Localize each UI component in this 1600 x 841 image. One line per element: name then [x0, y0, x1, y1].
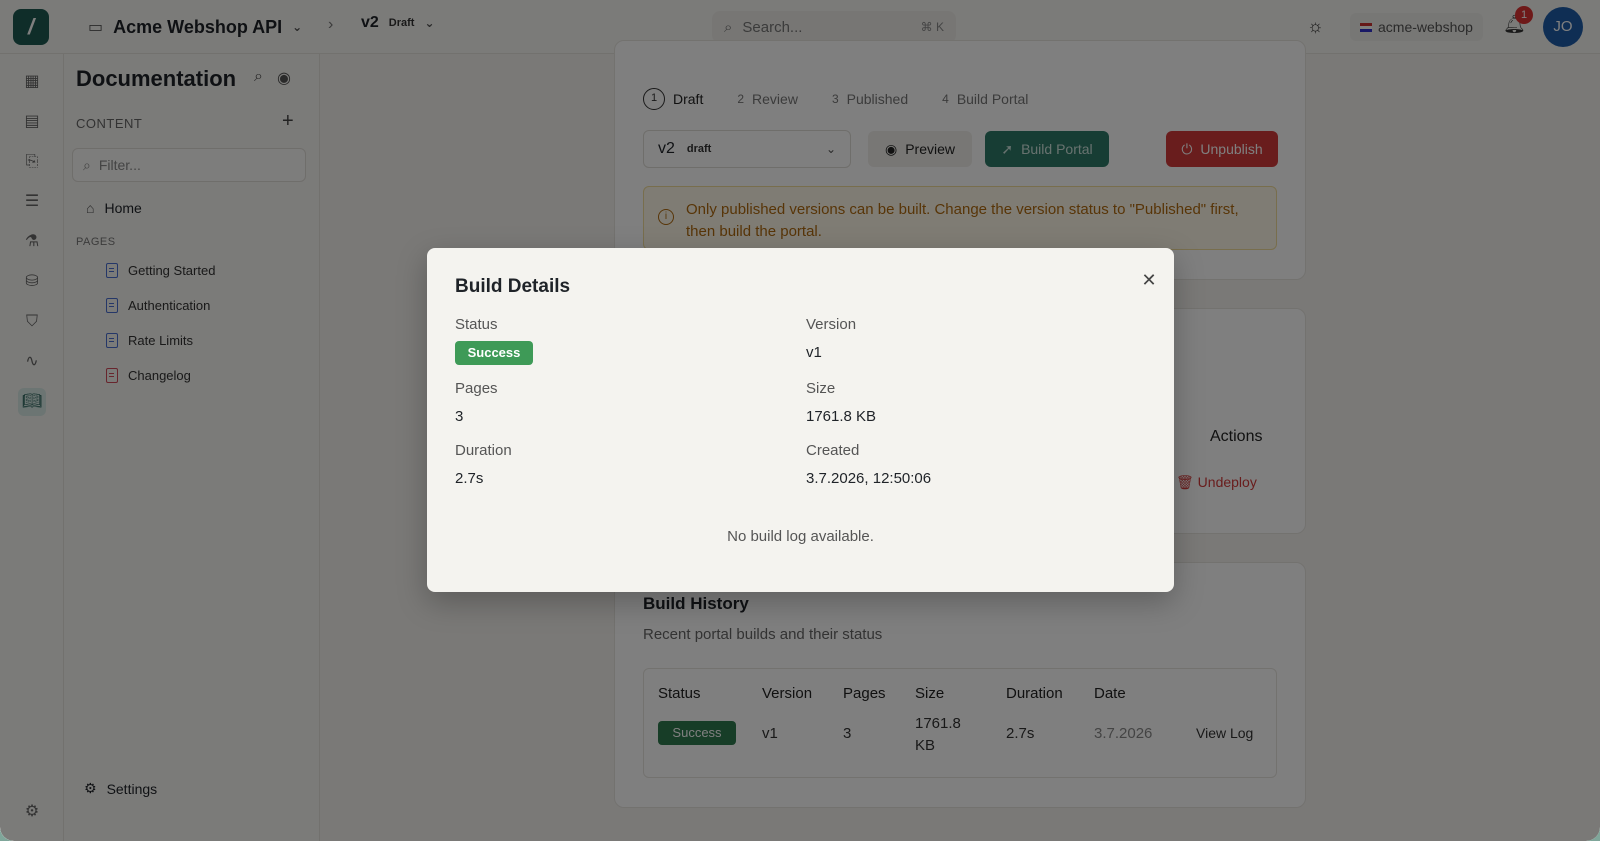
created-value: 3.7.2026, 12:50:06 [806, 470, 932, 487]
pages-value: 3 [455, 408, 464, 425]
duration-value: 2.7s [455, 470, 484, 487]
close-icon[interactable]: ✕ [1139, 270, 1159, 290]
status-label: Status [455, 316, 498, 333]
version-value: v1 [806, 344, 822, 361]
created-label: Created [806, 442, 860, 459]
app-window: / ▭ Acme Webshop API ⌄ › v2 Draft ⌄ ⌕ Se… [0, 0, 1600, 841]
version-label: Version [806, 316, 857, 333]
size-label: Size [806, 380, 836, 397]
status-badge: Success [455, 341, 533, 365]
duration-label: Duration [455, 442, 512, 459]
build-log-message: No build log available. [727, 528, 874, 545]
build-details-modal: Build Details ✕ Status Success Version v… [427, 248, 1174, 592]
modal-title: Build Details [455, 276, 571, 297]
pages-label: Pages [455, 380, 498, 397]
size-value: 1761.8 KB [806, 408, 877, 425]
